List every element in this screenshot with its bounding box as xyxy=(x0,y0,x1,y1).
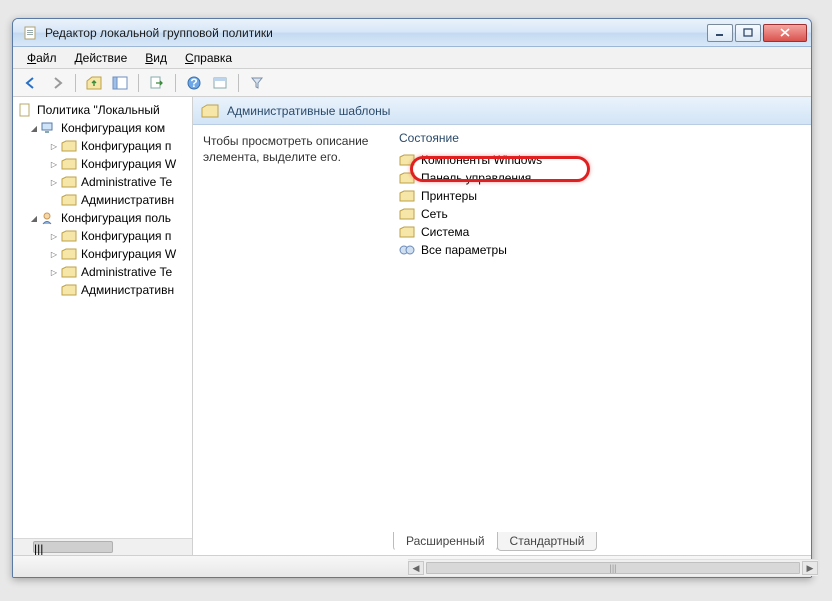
tree-item[interactable]: ▷Конфигурация п xyxy=(13,227,192,245)
scrollbar-thumb[interactable]: ||| xyxy=(33,541,113,553)
list-column: Состояние Компоненты Windows Панель упра… xyxy=(393,125,811,555)
folder-icon xyxy=(399,154,415,166)
tree-item[interactable]: ▷Administrative Te xyxy=(13,173,192,191)
scrollbar-thumb[interactable]: ||| xyxy=(426,562,800,574)
folder-icon xyxy=(399,226,415,238)
computer-icon xyxy=(41,121,57,135)
properties-button[interactable] xyxy=(208,72,232,94)
window-title: Редактор локальной групповой политики xyxy=(45,26,705,40)
svg-text:?: ? xyxy=(190,76,197,90)
settings-icon xyxy=(399,243,415,257)
collapse-icon[interactable]: ◢ xyxy=(29,213,39,223)
tree-node-computer-config[interactable]: ◢ Конфигурация ком xyxy=(13,119,192,137)
list-item-printers[interactable]: Принтеры xyxy=(393,187,811,205)
tree-item[interactable]: Административн xyxy=(13,191,192,209)
folder-icon xyxy=(61,139,77,153)
tree-item[interactable]: ▷Конфигурация W xyxy=(13,155,192,173)
tab-standard[interactable]: Стандартный xyxy=(497,532,598,551)
show-hide-tree-button[interactable] xyxy=(108,72,132,94)
page-title: Административные шаблоны xyxy=(227,104,390,118)
header-band: Административные шаблоны xyxy=(193,97,811,125)
separator xyxy=(75,74,76,92)
tabstrip: Расширенный Стандартный xyxy=(393,531,596,551)
folder-icon xyxy=(399,190,415,202)
folder-icon xyxy=(399,208,415,220)
expand-icon[interactable]: ▷ xyxy=(49,231,59,241)
tree-node-user-config[interactable]: ◢ Конфигурация поль xyxy=(13,209,192,227)
folder-icon xyxy=(61,193,77,207)
menu-view[interactable]: Вид xyxy=(137,49,175,67)
toolbar: ? xyxy=(13,69,811,97)
folder-icon xyxy=(61,247,77,261)
scroll-right-button[interactable]: ▶ xyxy=(802,561,812,575)
separator xyxy=(238,74,239,92)
separator xyxy=(175,74,176,92)
detail-area: Чтобы просмотреть описание элемента, выд… xyxy=(193,125,811,555)
menubar: Файл Действие Вид Справка xyxy=(13,47,811,69)
tree-pane: Политика "Локальный ◢ Конфигурация ком ▷… xyxy=(13,97,193,555)
right-pane: Административные шаблоны Чтобы просмотре… xyxy=(193,97,811,555)
tree-item[interactable]: ▷Administrative Te xyxy=(13,263,192,281)
maximize-button[interactable] xyxy=(735,24,761,42)
export-list-button[interactable] xyxy=(145,72,169,94)
list-item-control-panel[interactable]: Панель управления xyxy=(393,169,811,187)
menu-file[interactable]: Файл xyxy=(19,49,65,67)
window: Редактор локальной групповой политики Фа… xyxy=(12,18,812,578)
collapse-icon[interactable]: ◢ xyxy=(29,123,39,133)
list-item-all-settings[interactable]: Все параметры xyxy=(393,241,811,259)
tree-item[interactable]: ▷Конфигурация W xyxy=(13,245,192,263)
help-button[interactable]: ? xyxy=(182,72,206,94)
menu-help[interactable]: Справка xyxy=(177,49,240,67)
document-icon xyxy=(17,103,33,117)
forward-button[interactable] xyxy=(45,72,69,94)
expand-icon[interactable]: ▷ xyxy=(49,177,59,187)
menu-action[interactable]: Действие xyxy=(67,49,136,67)
tree-hscrollbar[interactable]: ||| xyxy=(13,538,192,555)
list-item-windows-components[interactable]: Компоненты Windows xyxy=(393,151,811,169)
user-icon xyxy=(41,211,57,225)
folder-icon xyxy=(61,265,77,279)
folder-icon xyxy=(61,229,77,243)
column-header-state[interactable]: Состояние xyxy=(393,129,811,151)
tree[interactable]: Политика "Локальный ◢ Конфигурация ком ▷… xyxy=(13,97,192,538)
close-button[interactable] xyxy=(763,24,807,42)
description-text: Чтобы просмотреть описание элемента, выд… xyxy=(193,125,393,555)
minimize-button[interactable] xyxy=(707,24,733,42)
folder-icon xyxy=(61,283,77,297)
tree-item[interactable]: Административн xyxy=(13,281,192,299)
filter-button[interactable] xyxy=(245,72,269,94)
list-hscrollbar[interactable]: ◀ ||| ▶ xyxy=(408,559,812,576)
list-item-system[interactable]: Система xyxy=(393,223,811,241)
folder-icon xyxy=(399,172,415,184)
scroll-left-button[interactable]: ◀ xyxy=(408,561,424,575)
back-button[interactable] xyxy=(19,72,43,94)
expand-icon[interactable]: ▷ xyxy=(49,249,59,259)
folder-icon xyxy=(61,175,77,189)
expand-icon[interactable]: ▷ xyxy=(49,267,59,277)
titlebar[interactable]: Редактор локальной групповой политики xyxy=(13,19,811,47)
folder-icon xyxy=(61,157,77,171)
list-item-network[interactable]: Сеть xyxy=(393,205,811,223)
tree-root[interactable]: Политика "Локальный xyxy=(13,101,192,119)
content: Политика "Локальный ◢ Конфигурация ком ▷… xyxy=(13,97,811,555)
up-button[interactable] xyxy=(82,72,106,94)
separator xyxy=(138,74,139,92)
expand-icon[interactable]: ▷ xyxy=(49,141,59,151)
tab-extended[interactable]: Расширенный xyxy=(393,532,498,551)
app-icon xyxy=(23,25,39,41)
folder-icon xyxy=(201,104,219,118)
tree-item[interactable]: ▷Конфигурация п xyxy=(13,137,192,155)
expand-icon[interactable]: ▷ xyxy=(49,159,59,169)
